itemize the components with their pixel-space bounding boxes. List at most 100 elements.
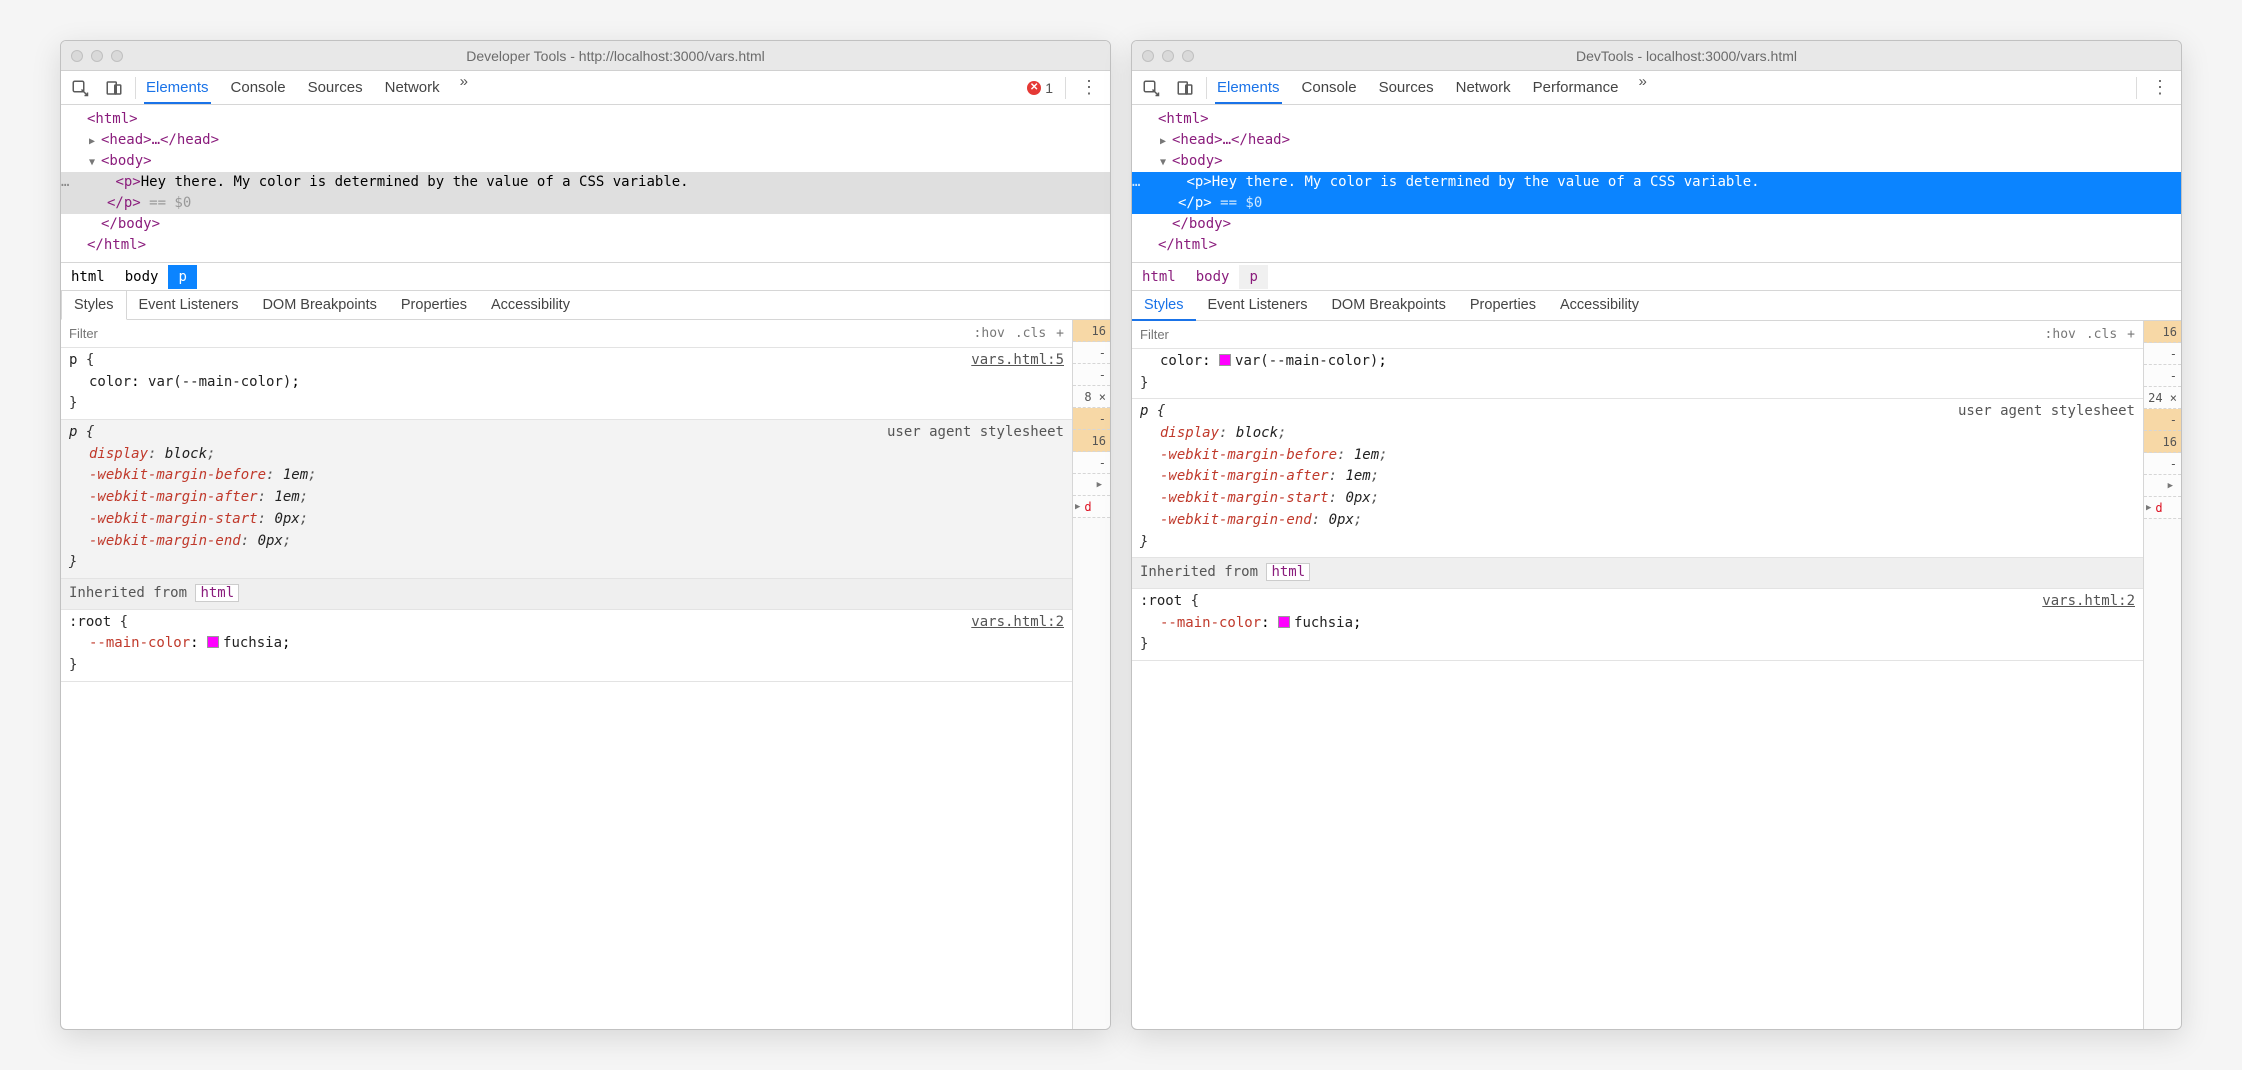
prop-value[interactable]: var(--main-color) xyxy=(148,374,291,390)
inspect-icon[interactable] xyxy=(67,75,93,101)
subtab-dom-breakpoints[interactable]: DOM Breakpoints xyxy=(250,291,388,319)
dom-tree[interactable]: <html> ▶<head>…</head> ▼<body> … <p>Hey … xyxy=(61,105,1110,263)
breadcrumb-p[interactable]: p xyxy=(1239,265,1267,289)
dom-node-html-close[interactable]: </html> xyxy=(1132,235,2181,256)
color-swatch-icon[interactable] xyxy=(207,636,219,648)
device-toggle-icon[interactable] xyxy=(101,75,127,101)
dom-node-body-close[interactable]: </body> xyxy=(61,214,1110,235)
tab-console[interactable]: Console xyxy=(229,73,288,103)
minimap-row[interactable]: 16 xyxy=(1073,320,1110,342)
tab-console[interactable]: Console xyxy=(1300,73,1359,103)
kebab-menu-icon[interactable]: ⋮ xyxy=(1074,77,1104,98)
subtab-accessibility[interactable]: Accessibility xyxy=(479,291,582,319)
minimap-row[interactable] xyxy=(1073,474,1110,496)
rule-p-author[interactable]: color: var(--main-color); } xyxy=(1132,349,2143,399)
minimap-row[interactable]: - xyxy=(1073,408,1110,430)
minimap-row[interactable]: - xyxy=(1073,364,1110,386)
cls-toggle[interactable]: .cls xyxy=(2086,327,2117,342)
minimap-row[interactable]: - xyxy=(2144,453,2181,475)
rule-p-useragent[interactable]: user agent stylesheet p { display: block… xyxy=(61,420,1072,579)
prop-name[interactable]: --main-color xyxy=(1160,615,1261,631)
minimap-row[interactable]: 16 xyxy=(2144,321,2181,343)
color-swatch-icon[interactable] xyxy=(1219,354,1231,366)
breadcrumb-p[interactable]: p xyxy=(168,265,196,289)
device-toggle-icon[interactable] xyxy=(1172,75,1198,101)
minimap-row[interactable]: 16 xyxy=(2144,431,2181,453)
subtab-event-listeners[interactable]: Event Listeners xyxy=(127,291,251,319)
tab-elements[interactable]: Elements xyxy=(1215,73,1282,104)
prop-name[interactable]: color xyxy=(89,374,131,390)
hov-toggle[interactable]: :hov xyxy=(974,326,1005,341)
traffic-max-icon[interactable] xyxy=(111,50,123,62)
rule-root[interactable]: vars.html:2 :root { --main-color: fuchsi… xyxy=(61,610,1072,682)
dom-node-p-close[interactable]: </p> == $0 xyxy=(1132,193,2181,214)
dom-node-head[interactable]: ▶<head>…</head> xyxy=(61,130,1110,151)
subtab-styles[interactable]: Styles xyxy=(61,291,127,320)
tab-network[interactable]: Network xyxy=(1454,73,1513,103)
subtab-styles[interactable]: Styles xyxy=(1132,291,1196,321)
styles-minimap[interactable]: 16 - - 8 × - 16 - d xyxy=(1072,320,1110,1029)
styles-rules[interactable]: vars.html:5 p { color: var(--main-color)… xyxy=(61,348,1072,1029)
selector[interactable]: :root xyxy=(69,614,111,630)
dom-node-p-close[interactable]: </p> == $0 xyxy=(61,193,1110,214)
traffic-close-icon[interactable] xyxy=(71,50,83,62)
color-swatch-icon[interactable] xyxy=(1278,616,1290,628)
rule-root[interactable]: vars.html:2 :root { --main-color: fuchsi… xyxy=(1132,589,2143,661)
dom-node-p-selected[interactable]: … <p>Hey there. My color is determined b… xyxy=(1132,172,2181,193)
dom-node-body[interactable]: ▼<body> xyxy=(61,151,1110,172)
styles-rules[interactable]: color: var(--main-color); } user agent s… xyxy=(1132,349,2143,1029)
kebab-menu-icon[interactable]: ⋮ xyxy=(2145,77,2175,98)
inherited-element-chip[interactable]: html xyxy=(195,584,239,602)
subtab-accessibility[interactable]: Accessibility xyxy=(1548,291,1651,320)
inspect-icon[interactable] xyxy=(1138,75,1164,101)
rule-p-author[interactable]: vars.html:5 p { color: var(--main-color)… xyxy=(61,348,1072,420)
prop-name[interactable]: color xyxy=(1160,353,1202,369)
selector[interactable]: :root xyxy=(1140,593,1182,609)
minimap-row[interactable]: - xyxy=(1073,452,1110,474)
tabs-overflow-icon[interactable]: » xyxy=(460,73,468,103)
dom-node-html[interactable]: <html> xyxy=(61,109,1110,130)
dom-node-head[interactable]: ▶<head>…</head> xyxy=(1132,130,2181,151)
tabs-overflow-icon[interactable]: » xyxy=(1639,73,1647,103)
subtab-event-listeners[interactable]: Event Listeners xyxy=(1196,291,1320,320)
tab-sources[interactable]: Sources xyxy=(306,73,365,103)
dom-node-body[interactable]: ▼<body> xyxy=(1132,151,2181,172)
dom-node-p-selected[interactable]: … <p>Hey there. My color is determined b… xyxy=(61,172,1110,193)
styles-filter-input[interactable] xyxy=(69,326,974,341)
inherited-element-chip[interactable]: html xyxy=(1266,563,1310,581)
minimap-row[interactable]: - xyxy=(2144,365,2181,387)
error-badge[interactable]: ✕ 1 xyxy=(1027,80,1053,96)
subtab-properties[interactable]: Properties xyxy=(389,291,479,319)
prop-name[interactable]: --main-color xyxy=(89,635,190,651)
traffic-min-icon[interactable] xyxy=(91,50,103,62)
styles-filter-input[interactable] xyxy=(1140,327,2045,342)
minimap-row[interactable]: d xyxy=(1073,496,1110,518)
dom-node-html[interactable]: <html> xyxy=(1132,109,2181,130)
dom-node-body-close[interactable]: </body> xyxy=(1132,214,2181,235)
dom-node-html-close[interactable]: </html> xyxy=(61,235,1110,256)
minimap-row[interactable]: d xyxy=(2144,497,2181,519)
minimap-row[interactable]: 8 × xyxy=(1073,386,1110,408)
minimap-row[interactable]: - xyxy=(1073,342,1110,364)
traffic-min-icon[interactable] xyxy=(1162,50,1174,62)
traffic-close-icon[interactable] xyxy=(1142,50,1154,62)
tab-network[interactable]: Network xyxy=(383,73,442,103)
dom-tree[interactable]: <html> ▶<head>…</head> ▼<body> … <p>Hey … xyxy=(1132,105,2181,263)
prop-value[interactable]: fuchsia xyxy=(223,635,282,651)
subtab-dom-breakpoints[interactable]: DOM Breakpoints xyxy=(1319,291,1457,320)
selector[interactable]: p xyxy=(69,352,77,368)
traffic-max-icon[interactable] xyxy=(1182,50,1194,62)
tab-performance[interactable]: Performance xyxy=(1531,73,1621,103)
minimap-row[interactable]: 16 xyxy=(1073,430,1110,452)
breadcrumb-html[interactable]: html xyxy=(1132,265,1186,289)
rule-p-useragent[interactable]: user agent stylesheet p { display: block… xyxy=(1132,399,2143,558)
breadcrumb-html[interactable]: html xyxy=(61,265,115,289)
rule-origin-link[interactable]: vars.html:5 xyxy=(971,350,1064,372)
rule-origin-link[interactable]: vars.html:2 xyxy=(971,612,1064,634)
minimap-row[interactable]: - xyxy=(2144,409,2181,431)
prop-value[interactable]: var(--main-color) xyxy=(1235,353,1378,369)
hov-toggle[interactable]: :hov xyxy=(2045,327,2076,342)
rule-origin-link[interactable]: vars.html:2 xyxy=(2042,591,2135,613)
minimap-row[interactable]: - xyxy=(2144,343,2181,365)
subtab-properties[interactable]: Properties xyxy=(1458,291,1548,320)
